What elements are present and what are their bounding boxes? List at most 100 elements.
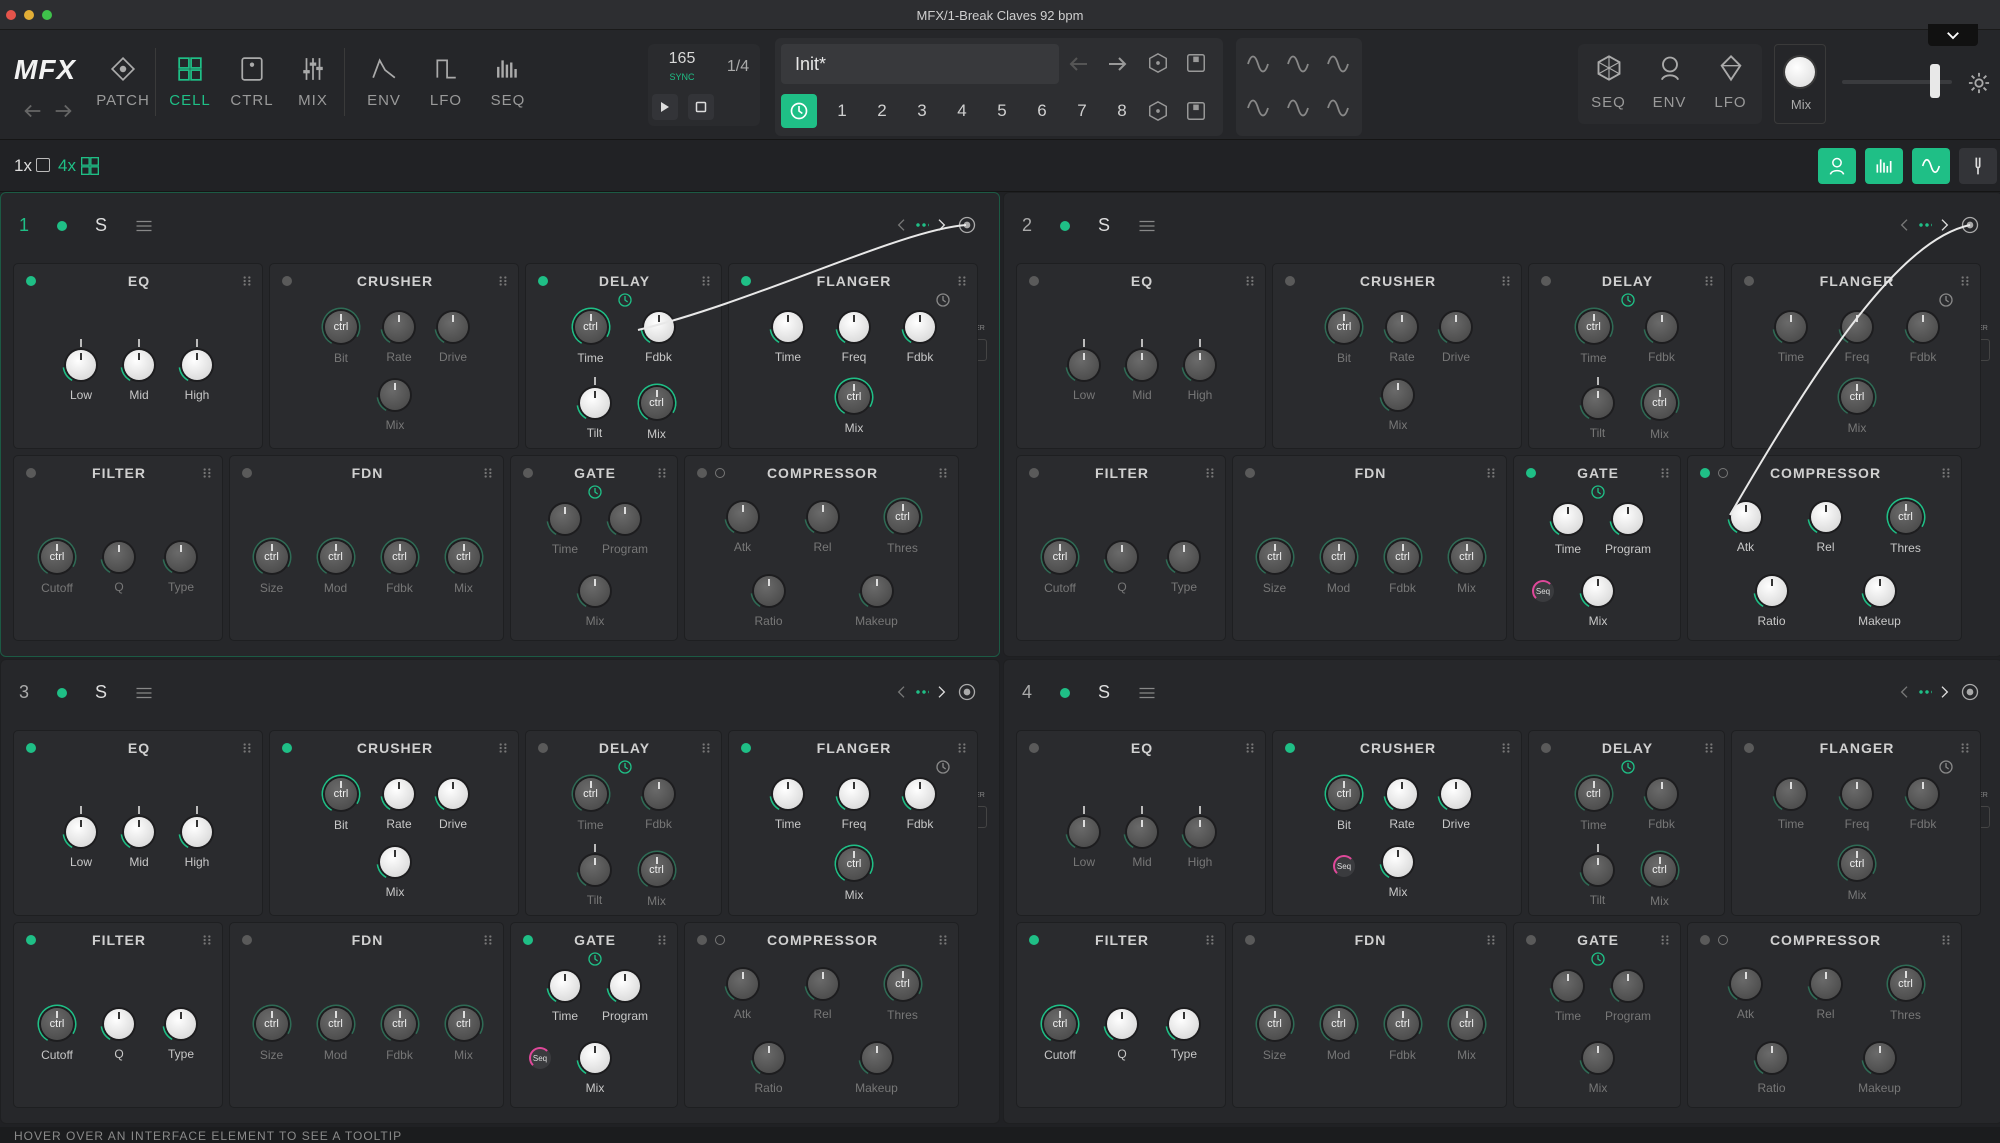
stop-button[interactable]: [688, 94, 714, 120]
sine-wave-icon[interactable]: [1326, 52, 1350, 76]
tuning-view-button[interactable]: [1959, 148, 1997, 184]
knob-body[interactable]: ctrl: [41, 1008, 73, 1040]
knob-body[interactable]: [1387, 779, 1417, 809]
knob-body[interactable]: ctrl: [1450, 541, 1483, 573]
knob-body[interactable]: [1185, 817, 1215, 847]
view-1x-box[interactable]: [36, 158, 50, 172]
drag-handle-icon[interactable]: [496, 274, 510, 288]
knob-body[interactable]: [727, 969, 758, 999]
knob-body[interactable]: ctrl: [325, 311, 357, 343]
knob-body[interactable]: ctrl: [383, 1008, 416, 1040]
output-port-icon[interactable]: [957, 215, 977, 235]
knob-body[interactable]: ctrl: [1258, 541, 1291, 573]
knob-mix[interactable]: ctrl Mix: [627, 850, 687, 910]
knob-high[interactable]: High: [167, 813, 227, 873]
knob-body[interactable]: ctrl: [1322, 541, 1355, 573]
chevron-left-icon[interactable]: [894, 217, 910, 233]
knob-body[interactable]: [1441, 779, 1471, 809]
chevron-right-icon[interactable]: [1936, 217, 1952, 233]
knob-body[interactable]: ctrl: [1386, 541, 1419, 573]
knob-fdbk[interactable]: Fdbk: [1893, 775, 1953, 835]
sync-clock-icon[interactable]: [1590, 484, 1606, 500]
knob-thres[interactable]: ctrl Thres: [873, 964, 933, 1024]
knob-body[interactable]: [66, 817, 96, 847]
knob-mix[interactable]: Mix: [565, 572, 625, 632]
knob-body[interactable]: [1756, 576, 1787, 606]
knob-fdbk[interactable]: Fdbk: [1632, 775, 1692, 835]
knob-high[interactable]: High: [167, 346, 227, 406]
knob-rel[interactable]: Rel: [1796, 965, 1856, 1025]
sync-clock-icon[interactable]: [1938, 759, 1954, 775]
knob-fdbk[interactable]: ctrl Fdbk: [370, 537, 430, 597]
solo-button[interactable]: S: [1098, 215, 1110, 236]
knob-body[interactable]: ctrl: [1044, 541, 1076, 573]
drag-handle-icon[interactable]: [1203, 466, 1217, 480]
knob-mix[interactable]: Mix: [565, 1039, 625, 1099]
knob-body[interactable]: [104, 1009, 134, 1039]
cell-number[interactable]: 4: [1022, 682, 1032, 703]
knob-type[interactable]: Type: [1154, 1005, 1214, 1065]
knob-body[interactable]: [610, 971, 640, 1001]
knob-fdbk[interactable]: ctrl Fdbk: [1373, 1004, 1433, 1064]
knob-atk[interactable]: Atk: [713, 498, 773, 558]
knob-body[interactable]: ctrl: [383, 541, 416, 573]
knob-body[interactable]: [580, 576, 610, 606]
output-port-icon[interactable]: [1960, 682, 1980, 702]
knob-body[interactable]: ctrl: [447, 1008, 480, 1040]
drag-handle-icon[interactable]: [1484, 933, 1498, 947]
knob-rel[interactable]: Rel: [793, 498, 853, 558]
chevron-left-icon[interactable]: [1897, 684, 1913, 700]
knob-body[interactable]: ctrl: [41, 541, 73, 573]
volume-slider[interactable]: [1842, 64, 1952, 98]
knob-time[interactable]: Time: [758, 308, 818, 368]
knob-body[interactable]: ctrl: [1577, 778, 1610, 810]
knob-body[interactable]: [579, 388, 610, 418]
drag-handle-icon[interactable]: [240, 274, 254, 288]
knob-body[interactable]: ctrl: [1841, 381, 1873, 413]
knob-mix[interactable]: ctrl Mix: [1437, 537, 1497, 597]
knob-body[interactable]: [1383, 847, 1413, 877]
knob-body[interactable]: ctrl: [319, 541, 352, 573]
four-grid-icon[interactable]: [80, 156, 100, 176]
knob-freq[interactable]: Freq: [1827, 308, 1887, 368]
knob-mod[interactable]: ctrl Mod: [306, 537, 366, 597]
knob-body[interactable]: [124, 817, 154, 847]
knob-type[interactable]: Type: [151, 538, 211, 598]
drag-handle-icon[interactable]: [655, 933, 669, 947]
knob-rel[interactable]: Rel: [793, 965, 853, 1025]
knob-mix[interactable]: ctrl Mix: [1827, 377, 1887, 437]
knob-size[interactable]: ctrl Size: [1245, 537, 1305, 597]
drag-handle-icon[interactable]: [936, 466, 950, 480]
drag-handle-icon[interactable]: [481, 466, 495, 480]
division-display[interactable]: 1/4: [718, 58, 758, 76]
sync-clock-icon[interactable]: [617, 759, 633, 775]
knob-fdbk[interactable]: Fdbk: [1632, 308, 1692, 368]
knob-body[interactable]: [580, 1043, 610, 1073]
knob-body[interactable]: [1613, 971, 1643, 1001]
knob-body[interactable]: [1730, 502, 1761, 532]
knob-body[interactable]: [1756, 1043, 1787, 1073]
knob-mix[interactable]: ctrl Mix: [1630, 383, 1690, 443]
sync-clock-icon[interactable]: [587, 484, 603, 500]
slot-5-button[interactable]: 5: [985, 94, 1019, 128]
knob-ratio[interactable]: Ratio: [739, 572, 799, 632]
drag-handle-icon[interactable]: [1702, 274, 1716, 288]
knob-rel[interactable]: Rel: [1796, 498, 1856, 558]
sine-wave-icon[interactable]: [1286, 52, 1310, 76]
knob-body[interactable]: [166, 542, 196, 572]
knob-thres[interactable]: ctrl Thres: [1876, 497, 1936, 557]
sync-clock-icon[interactable]: [935, 292, 951, 308]
view-4x-label[interactable]: 4x: [58, 156, 76, 176]
seq-badge[interactable]: Seq: [1333, 855, 1355, 877]
knob-body[interactable]: [1387, 312, 1417, 342]
knob-body[interactable]: [1776, 312, 1806, 342]
knob-cutoff[interactable]: ctrl Cutoff: [27, 537, 87, 597]
menu-dropdown-button[interactable]: [1928, 24, 1978, 46]
drag-handle-icon[interactable]: [1658, 466, 1672, 480]
sync-clock-icon[interactable]: [935, 759, 951, 775]
knob-body[interactable]: ctrl: [255, 1008, 288, 1040]
tempo-display[interactable]: 165: [650, 50, 714, 68]
next-preset-icon[interactable]: [1105, 52, 1129, 76]
knob-cutoff[interactable]: ctrl Cutoff: [1030, 1004, 1090, 1064]
knob-makeup[interactable]: Makeup: [1850, 572, 1910, 632]
